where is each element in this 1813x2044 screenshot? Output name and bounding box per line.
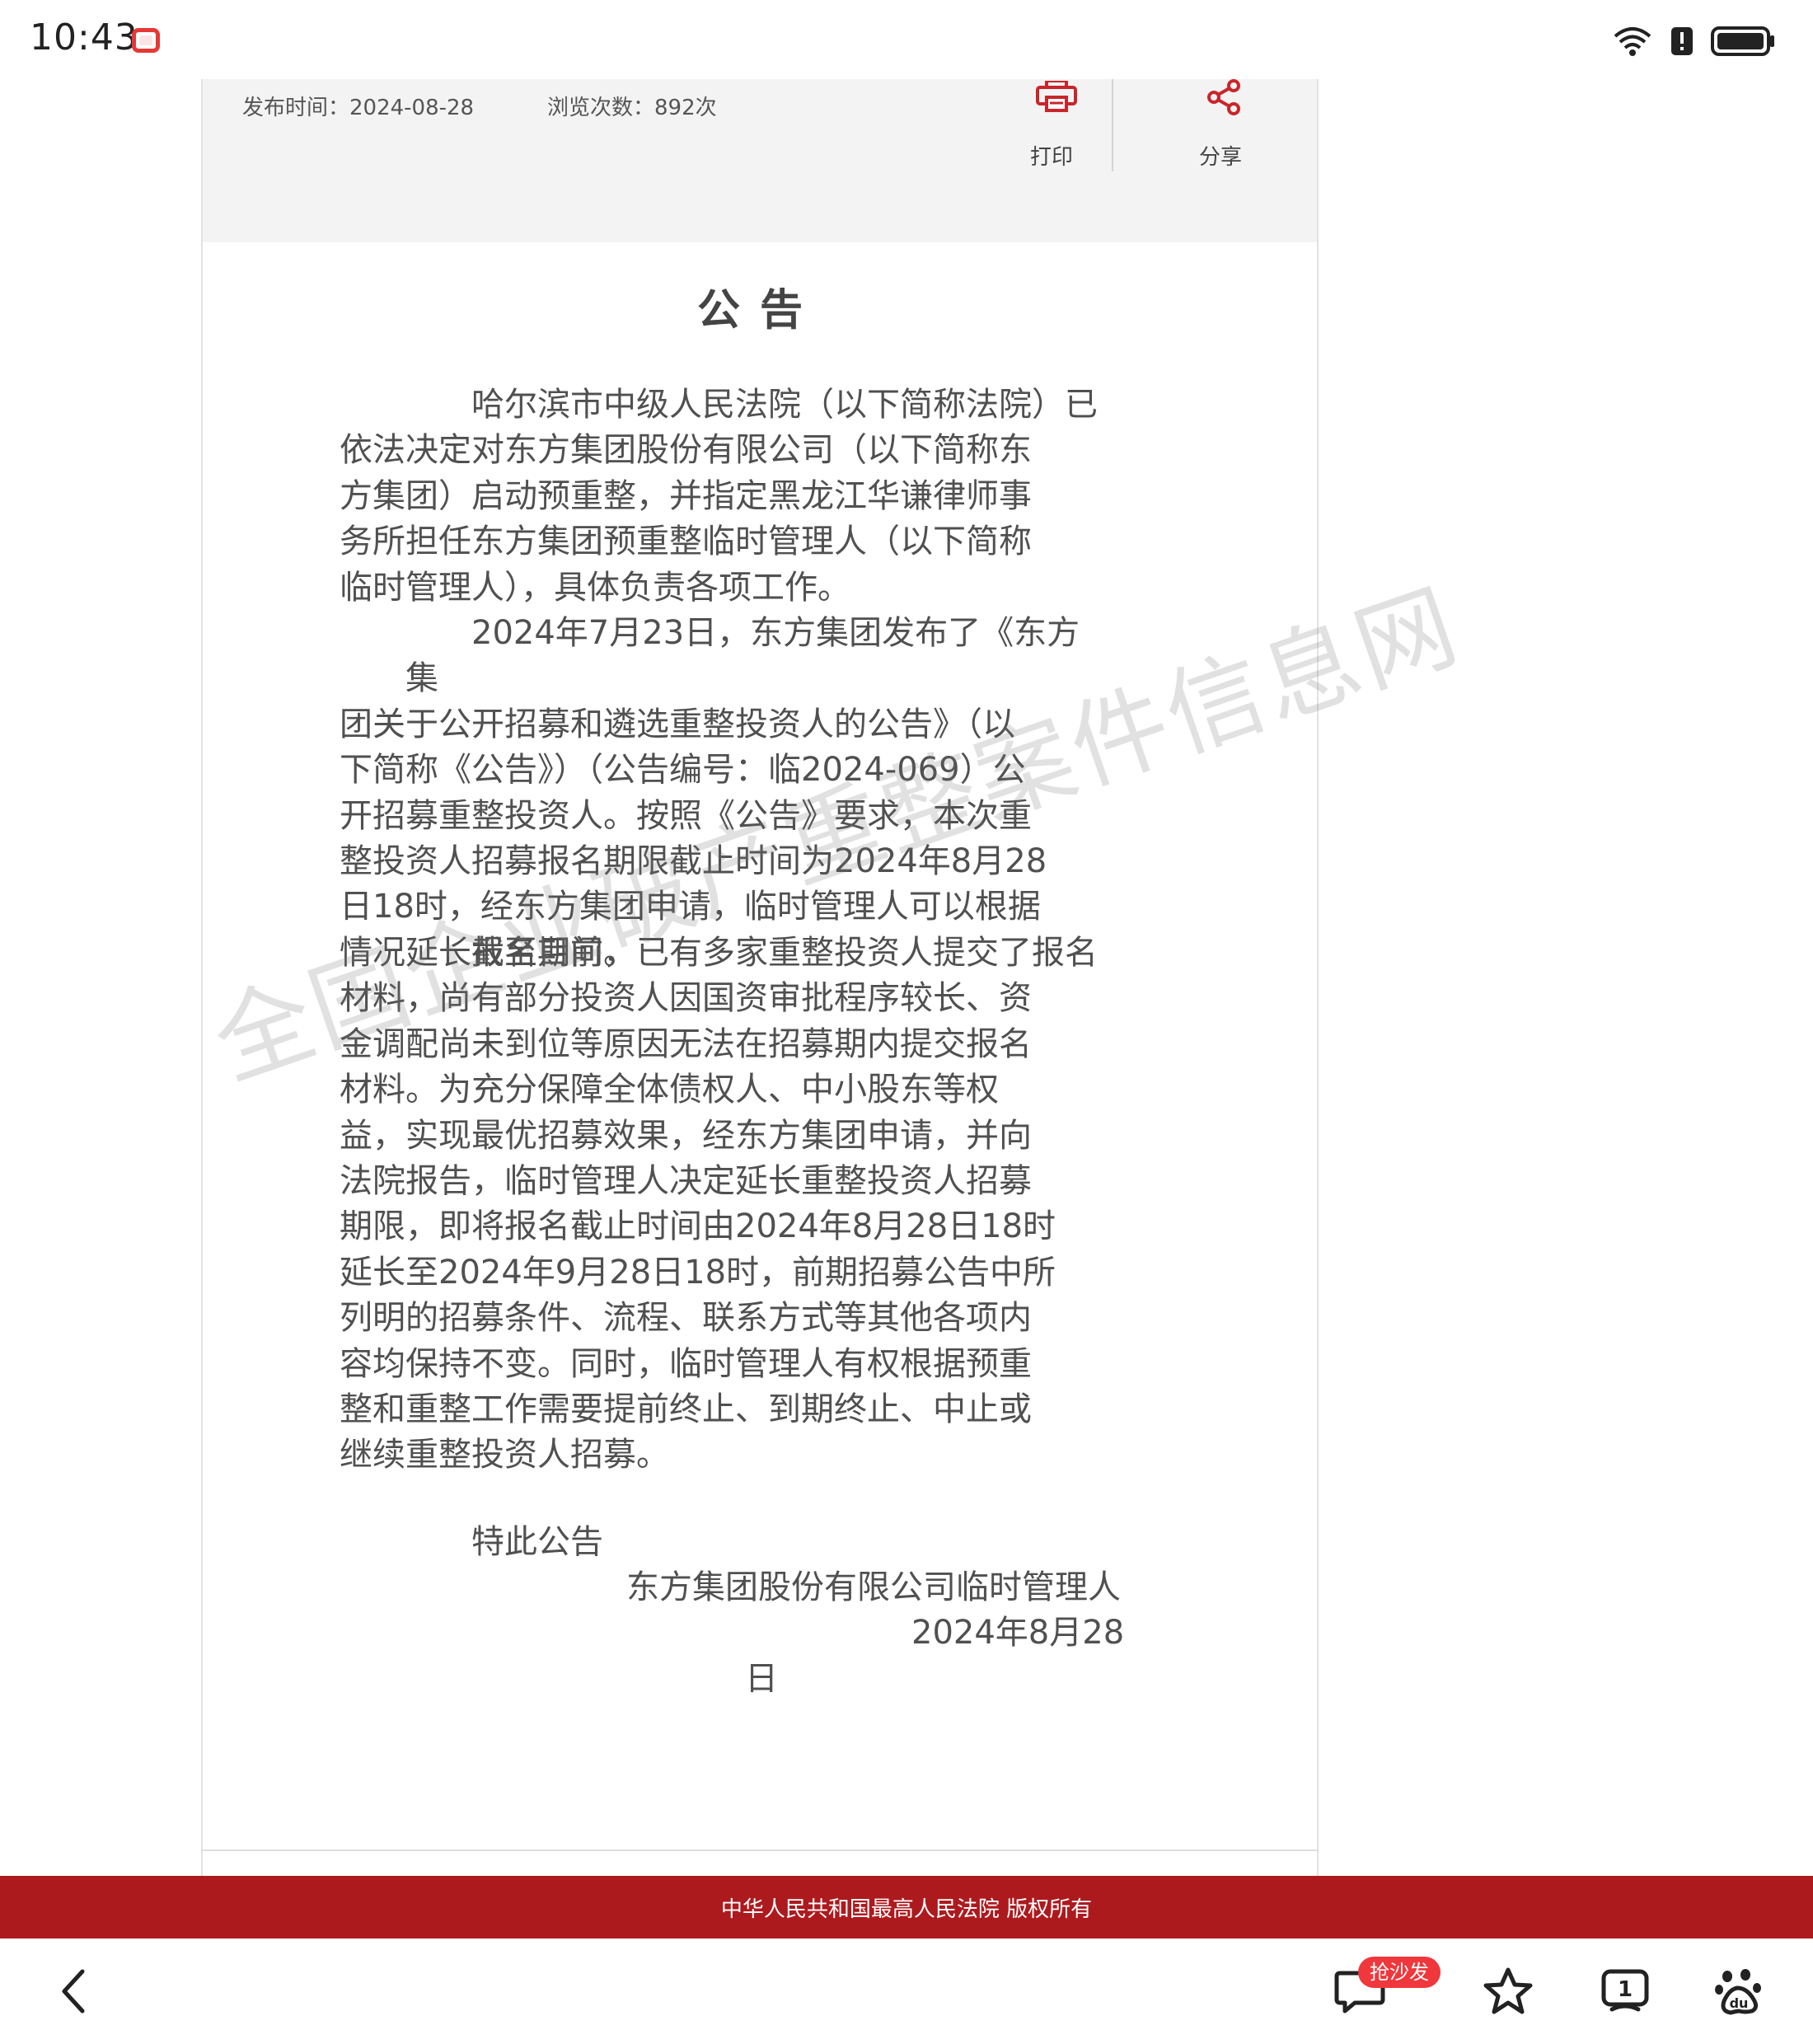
text-line: 依法决定对东方集团股份有限公司（以下简称东: [340, 431, 1032, 470]
copyright-text: 中华人民共和国最高人民法院 版权所有: [720, 1897, 1093, 1922]
text-line: 务所担任东方集团预重整临时管理人（以下简称: [340, 523, 1032, 561]
text-line: 2024年7月23日，东方集团发布了《东方集: [405, 614, 1080, 698]
favorite-button[interactable]: [1467, 1939, 1549, 2044]
print-button[interactable]: 打印: [1002, 79, 1101, 171]
toolbar-divider: [1112, 79, 1113, 171]
text-line: 临时管理人），具体负责各项工作。: [340, 568, 850, 607]
text-line: 截至目前，已有多家重整投资人提交了报名: [471, 934, 1098, 972]
text-line: 列明的招募条件、流程、联系方式等其他各项内: [340, 1299, 1032, 1338]
app-notification-icon: [132, 28, 160, 53]
sign-date-day: 日: [745, 1660, 778, 1698]
status-time: 10:43: [30, 16, 138, 59]
paragraph-3: 截至目前，已有多家重整投资人提交了报名 材料，尚有部分投资人因国资审批程序较长、…: [340, 931, 1106, 1479]
publish-date: 发布时间：2024-08-28: [242, 96, 475, 120]
view-count: 浏览次数：892次: [547, 96, 717, 120]
tab-count-icon: 1: [1601, 1969, 1649, 2012]
closing-text: 特此公告: [471, 1523, 603, 1561]
text-line: 继续重整投资人招募。: [340, 1436, 669, 1474]
print-label: 打印: [1029, 145, 1073, 170]
text-line: 方集团）启动预重整，并指定黑龙江华谦律师事: [340, 476, 1032, 515]
text-line: 日18时，经东方集团申请，临时管理人可以根据: [340, 888, 1041, 926]
baidu-home-button[interactable]: du: [1698, 1939, 1780, 2044]
text-line: 金调配尚未到位等原因无法在招募期内提交报名: [340, 1024, 1032, 1063]
wifi-icon: [1614, 27, 1651, 56]
back-button[interactable]: [33, 1939, 115, 2044]
document-title: 公告: [696, 286, 822, 335]
signer-name: 东方集团股份有限公司临时管理人: [626, 1568, 1121, 1606]
text-line: 延长至2024年9月28日18时，前期招募公告中所: [340, 1253, 1056, 1292]
baidu-paw-icon: du: [1715, 1969, 1761, 2015]
text-line: 下简称《公告》）（公告编号：临2024-069）公: [340, 751, 1026, 790]
share-label: 分享: [1198, 145, 1242, 170]
svg-text:du: du: [1730, 1995, 1749, 2011]
tabs-button[interactable]: 1: [1584, 1939, 1666, 2044]
text-line: 整和重整工作需要提前终止、到期终止、中止或: [340, 1390, 1032, 1429]
comment-badge[interactable]: 抢沙发: [1358, 1957, 1441, 1988]
text-line: 容均保持不变。同时，临时管理人有权根据预重: [340, 1344, 1032, 1383]
printer-icon: [1036, 81, 1077, 112]
tab-count: 1: [1618, 1977, 1633, 2002]
text-line: 团关于公开招募和遴选重整投资人的公告》（以: [340, 705, 1015, 743]
text-line: 哈尔滨市中级人民法院（以下简称法院）已: [471, 386, 1098, 424]
status-icons: [1612, 20, 1777, 63]
site-footer: 中华人民共和国最高人民法院 版权所有: [0, 1876, 1813, 1939]
sign-date: 2024年8月28: [911, 1614, 1125, 1652]
text-line: 法院报告，临时管理人决定延长重整投资人招募: [340, 1162, 1032, 1201]
star-icon: [1483, 1967, 1533, 2014]
text-line: 材料。为充分保障全体债权人、中小股东等权: [340, 1071, 999, 1109]
text-line: 益，实现最优招募效果，经东方集团申请，并向: [340, 1116, 1032, 1155]
browser-bottom-bar: 1 du: [0, 1939, 1813, 2044]
paragraph-2: 2024年7月23日，东方集团发布了《东方集 团关于公开招募和遴选重整投资人的公…: [340, 611, 1106, 976]
comment-button[interactable]: [1319, 1939, 1401, 2044]
article-meta-bar: 发布时间：2024-08-28 浏览次数：892次 打印 分享: [203, 79, 1317, 242]
text-line: 整投资人招募报名期限截止时间为2024年8月28: [340, 842, 1047, 881]
share-button[interactable]: 分享: [1171, 79, 1270, 171]
alert-icon: [1671, 27, 1693, 55]
status-bar: 10:43: [0, 0, 1813, 79]
back-arrow-icon: [62, 1969, 85, 2014]
battery-icon: [1711, 26, 1774, 56]
text-line: 开招募重整投资人。按照《公告》要求，本次重: [340, 796, 1032, 835]
text-line: 期限，即将报名截止时间由2024年8月28日18时: [340, 1207, 1056, 1246]
paragraph-1: 哈尔滨市中级人民法院（以下简称法院）已 依法决定对东方集团股份有限公司（以下简称…: [340, 382, 1106, 611]
text-line: 材料，尚有部分投资人因国资审批程序较长、资: [340, 979, 1032, 1018]
share-icon: [1207, 79, 1240, 115]
